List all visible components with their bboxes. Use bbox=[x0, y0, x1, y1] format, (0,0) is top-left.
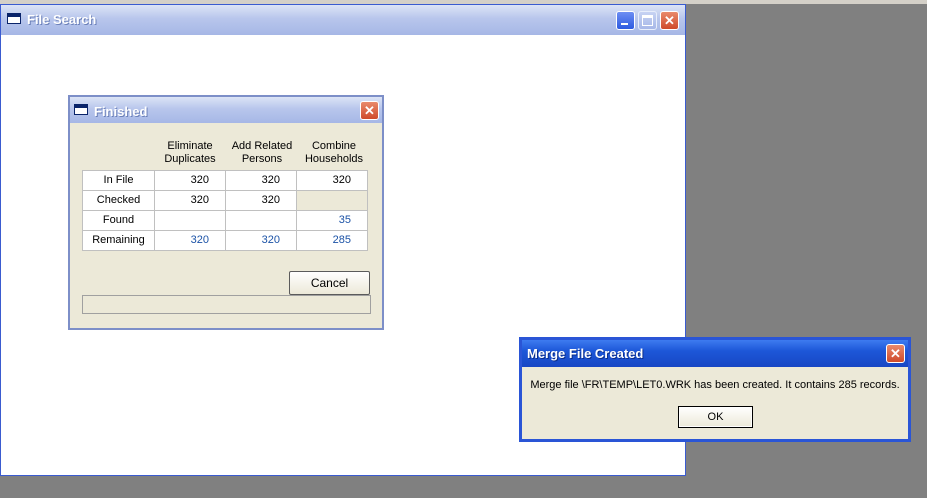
table-cell: 320 bbox=[226, 191, 297, 211]
window-title: File Search bbox=[27, 12, 97, 27]
table-cell: 320 bbox=[297, 171, 368, 191]
close-icon: ✕ bbox=[664, 13, 675, 28]
column-header-combine-households: Combine Households bbox=[298, 140, 370, 166]
table-row-found: Found 35 bbox=[83, 211, 368, 231]
maximize-button[interactable] bbox=[638, 11, 657, 30]
ok-button[interactable]: OK bbox=[678, 406, 753, 428]
merge-message: Merge file \FR\TEMP\LET0.WRK has been cr… bbox=[530, 379, 900, 391]
table-row-checked: Checked 320 320 bbox=[83, 191, 368, 211]
maximize-icon bbox=[642, 15, 653, 26]
table-row-remaining: Remaining 320 320 285 bbox=[83, 231, 368, 251]
cancel-button[interactable]: Cancel bbox=[289, 271, 370, 295]
column-header-line: Combine bbox=[311, 140, 357, 152]
close-button[interactable]: ✕ bbox=[886, 344, 905, 363]
status-bar bbox=[82, 295, 371, 314]
window-icon bbox=[7, 13, 21, 24]
table-cell: 320 bbox=[155, 171, 226, 191]
column-header-line: Persons bbox=[241, 153, 283, 165]
finished-titlebar[interactable]: Finished ✕ bbox=[70, 97, 382, 123]
row-label: Checked bbox=[83, 191, 155, 211]
table-cell bbox=[297, 191, 368, 211]
table-cell bbox=[155, 211, 226, 231]
dialog-title: Merge File Created bbox=[527, 346, 644, 361]
row-label: In File bbox=[83, 171, 155, 191]
finished-dialog: Finished ✕ Eliminate Duplicates Add Rela… bbox=[68, 95, 384, 330]
close-icon: ✕ bbox=[890, 346, 901, 361]
file-search-titlebar[interactable]: File Search ✕ bbox=[1, 5, 685, 35]
table-cell: 320 bbox=[226, 171, 297, 191]
row-label: Remaining bbox=[83, 231, 155, 251]
window-icon bbox=[74, 104, 88, 115]
column-header-line: Eliminate bbox=[167, 140, 213, 152]
row-label: Found bbox=[83, 211, 155, 231]
minimize-button[interactable] bbox=[616, 11, 635, 30]
column-header-add-related-persons: Add Related Persons bbox=[226, 140, 298, 166]
results-grid: In File 320 320 320 Checked 320 320 Foun… bbox=[82, 170, 368, 251]
column-header-eliminate-duplicates: Eliminate Duplicates bbox=[154, 140, 226, 166]
column-header-line: Add Related bbox=[231, 140, 293, 152]
close-button[interactable]: ✕ bbox=[360, 101, 379, 120]
table-row-in-file: In File 320 320 320 bbox=[83, 171, 368, 191]
close-button[interactable]: ✕ bbox=[660, 11, 679, 30]
table-cell: 320 bbox=[226, 231, 297, 251]
column-header-line: Households bbox=[304, 153, 364, 165]
table-cell: 35 bbox=[297, 211, 368, 231]
close-icon: ✕ bbox=[364, 103, 375, 118]
table-cell: 320 bbox=[155, 191, 226, 211]
merge-file-dialog: Merge File Created ✕ Merge file \FR\TEMP… bbox=[519, 337, 911, 442]
dialog-title: Finished bbox=[94, 104, 148, 119]
column-header-line: Duplicates bbox=[164, 153, 216, 165]
table-cell bbox=[226, 211, 297, 231]
merge-titlebar[interactable]: Merge File Created ✕ bbox=[522, 340, 908, 367]
minimize-icon bbox=[621, 23, 628, 25]
table-cell: 320 bbox=[155, 231, 226, 251]
table-cell: 285 bbox=[297, 231, 368, 251]
